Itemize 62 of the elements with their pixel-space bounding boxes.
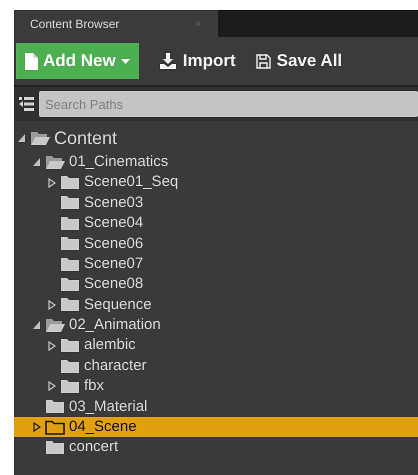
collapsed-arrow-icon[interactable] [33, 422, 41, 432]
folder-label: concert [69, 437, 118, 458]
folder-label: Scene03 [84, 192, 144, 213]
file-icon [25, 52, 38, 70]
folder-row[interactable]: fbx [14, 376, 418, 397]
folder-row[interactable]: Scene07 [14, 254, 418, 274]
folder-icon [60, 297, 80, 312]
folder-label: alembic [84, 335, 136, 356]
folder-icon [60, 378, 80, 394]
folder-label: Scene07 [84, 254, 144, 274]
folder-icon [60, 216, 80, 231]
folder-label: Scene08 [84, 274, 144, 294]
folder-icon [60, 175, 80, 190]
folder-label: Scene04 [84, 213, 144, 234]
folder-row[interactable]: Content [14, 124, 418, 152]
folder-label: Scene01_Seq [84, 172, 178, 192]
download-icon [158, 53, 177, 69]
import-button[interactable]: Import [158, 48, 236, 74]
folder-row[interactable]: alembic [14, 336, 418, 356]
save-icon [256, 54, 271, 68]
folder-label: Sequence [84, 294, 152, 315]
search-field[interactable]: Search Paths [39, 91, 418, 117]
folder-icon [60, 358, 80, 374]
folder-row[interactable]: Sequence [14, 294, 418, 316]
folder-label: 04_Scene [69, 417, 137, 438]
folder-row[interactable]: Scene06 [14, 234, 418, 254]
folder-label: Content [54, 126, 118, 150]
folder-row[interactable]: Scene04 [14, 213, 418, 234]
folder-icon [60, 195, 80, 210]
panel-tab[interactable]: Content Browser × [14, 10, 218, 37]
folder-row[interactable]: Scene08 [14, 274, 418, 295]
expanded-arrow-icon[interactable] [18, 134, 26, 142]
open-folder-icon [30, 130, 50, 146]
open-folder-icon [45, 154, 65, 170]
folder-row[interactable]: Scene03 [14, 192, 418, 214]
folder-icon [45, 420, 65, 435]
folder-row[interactable]: concert [14, 437, 418, 458]
folder-row[interactable]: character [14, 356, 418, 376]
folder-label: character [84, 356, 147, 376]
folder-icon [60, 236, 80, 252]
folder-row[interactable]: 01_Cinematics [14, 152, 418, 172]
dropdown-caret-icon [120, 58, 130, 64]
folder-row[interactable]: Scene01_Seq [14, 172, 418, 193]
folder-label: fbx [84, 376, 104, 396]
folder-icon [60, 338, 80, 354]
folder-label: 02_Animation [69, 315, 161, 336]
folder-label: 01_Cinematics [69, 152, 168, 172]
folder-icon [60, 256, 80, 272]
open-folder-icon [45, 318, 65, 333]
folder-label: Scene06 [84, 234, 144, 254]
tab-title: Content Browser [30, 16, 120, 32]
expanded-arrow-icon[interactable] [33, 158, 41, 166]
expanded-arrow-icon[interactable] [33, 321, 41, 330]
folder-row[interactable]: 02_Animation [14, 315, 418, 336]
folder-icon [60, 277, 80, 292]
folder-icon [45, 399, 65, 414]
folder-label: 03_Material [69, 396, 148, 417]
folder-row[interactable]: 03_Material [14, 396, 418, 418]
folder-icon [45, 440, 65, 456]
folder-row[interactable]: 04_Scene [14, 417, 418, 438]
tree-toggle-icon[interactable] [19, 97, 34, 111]
save-all-button[interactable]: Save All [256, 48, 342, 74]
